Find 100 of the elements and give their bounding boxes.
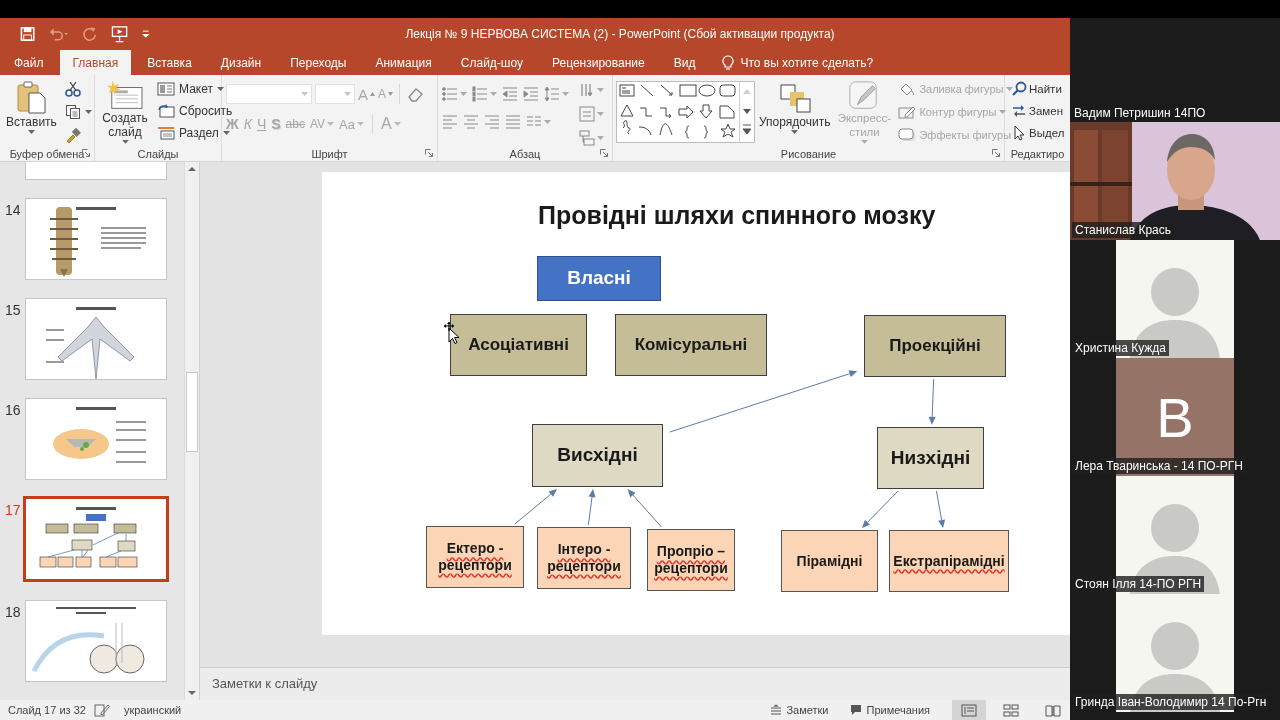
slide-title: Провідні шляхи спинного мозку <box>538 201 936 230</box>
slideshow-icon[interactable] <box>111 25 129 43</box>
caret-icon <box>27 130 35 134</box>
diagram-box: Ектеро - рецептори <box>426 526 524 588</box>
slide-thumbnail[interactable] <box>25 600 167 682</box>
arrange-icon <box>777 82 812 114</box>
slide-counter: Слайд 17 из 32 <box>8 704 86 716</box>
ribbon-tab[interactable]: Переходы <box>277 50 360 75</box>
arrow <box>627 489 662 528</box>
diagram-box: Асоціативні <box>450 314 587 376</box>
numbered-list-icon[interactable] <box>472 86 488 102</box>
group-label: Буфер обмена <box>9 147 85 160</box>
ribbon-tab[interactable]: Рецензирование <box>539 50 658 75</box>
replace-button[interactable]: Замен <box>1011 102 1063 120</box>
arrow <box>861 490 899 528</box>
find-button[interactable]: Найти <box>1011 80 1062 98</box>
slide-thumbnail[interactable] <box>25 298 167 380</box>
paste-icon <box>16 80 47 114</box>
align-left-icon[interactable] <box>442 114 458 130</box>
ribbon-tab[interactable]: Вставка <box>134 50 205 75</box>
align-right-icon[interactable] <box>484 114 500 130</box>
participant-name: Станислав Крась <box>1072 222 1174 238</box>
ribbon-tab[interactable]: Анимация <box>362 50 445 75</box>
dialog-launcher-icon[interactable] <box>425 149 433 157</box>
dialog-launcher-icon[interactable] <box>992 149 1000 157</box>
new-slide-button[interactable]: Создать слайд <box>99 78 151 146</box>
eraser-icon[interactable] <box>406 86 425 102</box>
mouse-cursor-icon <box>444 322 460 344</box>
comments-button[interactable]: Примечания <box>850 704 930 716</box>
tell-me-field[interactable]: Что вы хотите сделать? <box>715 50 880 75</box>
caret-icon <box>597 136 604 140</box>
layout-button[interactable]: Макет <box>157 80 224 98</box>
save-icon[interactable] <box>20 26 36 42</box>
caret-icon <box>84 110 92 114</box>
diagram-box: Висхідні <box>532 424 663 487</box>
slide-number: 14 <box>4 201 22 218</box>
group-label: Редактиро <box>1010 147 1065 160</box>
ribbon-tab[interactable]: Главная <box>59 50 132 75</box>
group-label: Абзац <box>509 147 541 160</box>
brush-icon[interactable] <box>64 127 81 143</box>
bulleted-list-icon[interactable] <box>442 86 458 102</box>
up-arrow-icon <box>370 92 375 96</box>
diagram-box: Пропріо – рецептори <box>647 529 735 591</box>
notes-button[interactable]: Заметки <box>770 704 829 716</box>
group-label: Шрифт <box>311 147 348 160</box>
smartart-icon[interactable] <box>579 130 595 146</box>
align-text-icon[interactable] <box>579 106 595 122</box>
search-icon <box>1011 81 1027 97</box>
group-label: Рисование <box>780 147 837 160</box>
window-title: Лекція № 9 НЕРВОВА СИСТЕМА (2) - PowerPoint (Сбой активации продукта) <box>405 27 835 41</box>
arrange-button[interactable]: Упорядочить <box>757 78 833 146</box>
participant-name: Христина Кужда <box>1072 340 1170 356</box>
diagram-box: Проекційні <box>864 315 1006 377</box>
justify-icon[interactable] <box>505 114 521 130</box>
caret-icon <box>121 140 129 144</box>
ribbon-tab[interactable]: Файл <box>1 50 57 75</box>
scissors-icon[interactable] <box>64 81 81 97</box>
replace-icon <box>1011 103 1027 119</box>
layout-icon <box>157 82 175 96</box>
dialog-launcher-icon[interactable] <box>600 149 608 157</box>
slide-number: 15 <box>4 301 22 318</box>
paste-button[interactable]: Вставить <box>4 78 59 146</box>
shape-gallery[interactable] <box>616 81 755 143</box>
caret-icon <box>544 120 551 124</box>
increase-indent-icon[interactable] <box>523 86 539 102</box>
reset-icon <box>157 104 175 118</box>
decrease-indent-icon[interactable] <box>502 86 518 102</box>
copy-icon <box>64 104 81 120</box>
customize-icon[interactable] <box>142 29 150 39</box>
ribbon-tab[interactable]: Слайд-шоу <box>447 50 536 75</box>
slide-sorter-icon <box>1002 702 1020 718</box>
arrow <box>935 490 946 528</box>
ribbon-tab[interactable]: Дизайн <box>207 50 275 75</box>
slide-thumbnail[interactable] <box>23 496 169 582</box>
caret-icon <box>1006 87 1014 91</box>
caret-icon <box>562 92 569 96</box>
align-center-icon[interactable] <box>463 114 479 130</box>
line-spacing-icon[interactable] <box>544 86 560 102</box>
diagram-box: Екстрапірамідні <box>889 530 1009 592</box>
ribbon-tab[interactable]: Вид <box>660 50 709 75</box>
scrollbar-thumb[interactable] <box>186 372 198 452</box>
group-label: Слайды <box>137 147 179 160</box>
normal-view-icon <box>960 702 978 718</box>
text-direction-icon[interactable] <box>579 82 595 98</box>
diagram-box: Інтеро - рецептори <box>537 527 631 589</box>
caret-icon <box>222 131 230 135</box>
participant-name: Стоян Ілля 14-ПО РГН <box>1072 576 1205 592</box>
pencil-icon <box>898 105 917 119</box>
notes-field[interactable]: Заметки к слайду <box>200 668 1070 700</box>
caret-icon <box>597 112 604 116</box>
slide-number: 18 <box>4 603 22 620</box>
diagram-box: Низхідні <box>877 427 984 489</box>
slide-thumbnail[interactable] <box>25 398 167 480</box>
spellcheck-icon[interactable] <box>93 703 110 717</box>
comment-icon <box>850 704 863 716</box>
normal-view-button[interactable] <box>952 700 986 720</box>
language-label[interactable]: украинский <box>123 704 182 716</box>
diagram-box: Власні <box>537 256 661 301</box>
copy-button[interactable] <box>64 103 92 121</box>
slide-thumbnail[interactable] <box>25 198 167 280</box>
